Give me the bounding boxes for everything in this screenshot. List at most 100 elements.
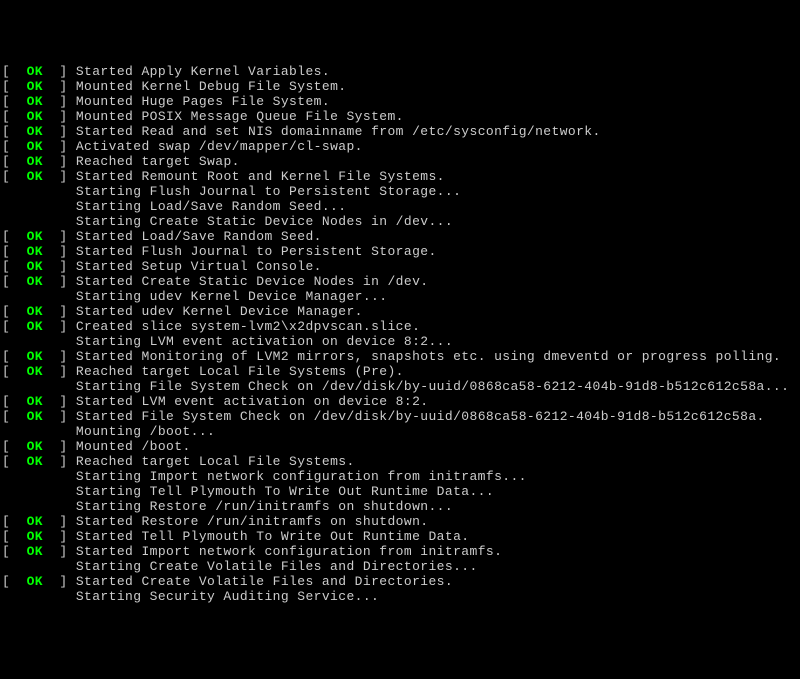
status-ok: OK bbox=[27, 454, 43, 469]
status-bracket-open: [ bbox=[2, 109, 27, 124]
status-ok: OK bbox=[27, 319, 43, 334]
boot-message: Started Create Static Device Nodes in /d… bbox=[76, 274, 429, 289]
status-bracket-open: [ bbox=[2, 154, 27, 169]
status-bracket-open: [ bbox=[2, 304, 27, 319]
status-ok: OK bbox=[27, 529, 43, 544]
status-ok: OK bbox=[27, 64, 43, 79]
status-bracket-close: ] bbox=[43, 109, 76, 124]
status-ok: OK bbox=[27, 364, 43, 379]
boot-log-line: [ OK ] Started Tell Plymouth To Write Ou… bbox=[2, 529, 798, 544]
boot-message: Reached target Swap. bbox=[76, 154, 240, 169]
status-bracket-close: ] bbox=[43, 544, 76, 559]
status-bracket-close: ] bbox=[43, 529, 76, 544]
status-bracket-close: ] bbox=[43, 139, 76, 154]
status-ok: OK bbox=[27, 409, 43, 424]
status-ok: OK bbox=[27, 79, 43, 94]
boot-log-line: Starting Flush Journal to Persistent Sto… bbox=[2, 184, 798, 199]
boot-message: Starting Tell Plymouth To Write Out Runt… bbox=[76, 484, 494, 499]
boot-message: Started Setup Virtual Console. bbox=[76, 259, 322, 274]
boot-log-line: Starting Create Static Device Nodes in /… bbox=[2, 214, 798, 229]
boot-message: Started Read and set NIS domainname from… bbox=[76, 124, 601, 139]
boot-message: Started Import network configuration fro… bbox=[76, 544, 502, 559]
status-bracket-open: [ bbox=[2, 79, 27, 94]
status-ok: OK bbox=[27, 544, 43, 559]
boot-message: Mounted /boot. bbox=[76, 439, 191, 454]
boot-log-line: Mounting /boot... bbox=[2, 424, 798, 439]
status-bracket-open: [ bbox=[2, 454, 27, 469]
boot-log-line: [ OK ] Activated swap /dev/mapper/cl-swa… bbox=[2, 139, 798, 154]
boot-log-line: Starting Security Auditing Service... bbox=[2, 589, 798, 604]
status-bracket-close: ] bbox=[43, 124, 76, 139]
boot-log-line: [ OK ] Started Monitoring of LVM2 mirror… bbox=[2, 349, 798, 364]
status-bracket-open: [ bbox=[2, 124, 27, 139]
status-bracket-close: ] bbox=[43, 574, 76, 589]
status-bracket-open: [ bbox=[2, 394, 27, 409]
status-ok: OK bbox=[27, 169, 43, 184]
status-bracket-open: [ bbox=[2, 544, 27, 559]
boot-log-line: Starting Create Volatile Files and Direc… bbox=[2, 559, 798, 574]
status-bracket-close: ] bbox=[43, 319, 76, 334]
boot-message: Starting File System Check on /dev/disk/… bbox=[76, 379, 790, 394]
boot-log-line: [ OK ] Started Flush Journal to Persiste… bbox=[2, 244, 798, 259]
status-bracket-open: [ bbox=[2, 169, 27, 184]
boot-log-line: Starting udev Kernel Device Manager... bbox=[2, 289, 798, 304]
status-bracket-close: ] bbox=[43, 169, 76, 184]
status-bracket-close: ] bbox=[43, 439, 76, 454]
status-ok: OK bbox=[27, 574, 43, 589]
status-empty bbox=[2, 424, 76, 439]
status-bracket-open: [ bbox=[2, 139, 27, 154]
status-empty bbox=[2, 334, 76, 349]
boot-log-line: [ OK ] Mounted POSIX Message Queue File … bbox=[2, 109, 798, 124]
boot-log-line: [ OK ] Started Load/Save Random Seed. bbox=[2, 229, 798, 244]
status-ok: OK bbox=[27, 244, 43, 259]
status-bracket-close: ] bbox=[43, 154, 76, 169]
boot-message: Started Create Volatile Files and Direct… bbox=[76, 574, 453, 589]
status-bracket-close: ] bbox=[43, 259, 76, 274]
status-ok: OK bbox=[27, 139, 43, 154]
status-bracket-open: [ bbox=[2, 514, 27, 529]
status-empty bbox=[2, 469, 76, 484]
boot-log-line: [ OK ] Started Create Volatile Files and… bbox=[2, 574, 798, 589]
status-empty bbox=[2, 589, 76, 604]
status-bracket-open: [ bbox=[2, 349, 27, 364]
status-ok: OK bbox=[27, 439, 43, 454]
status-empty bbox=[2, 184, 76, 199]
boot-log-line: [ OK ] Created slice system-lvm2\x2dpvsc… bbox=[2, 319, 798, 334]
status-bracket-close: ] bbox=[43, 274, 76, 289]
boot-message: Mounted Huge Pages File System. bbox=[76, 94, 330, 109]
status-bracket-open: [ bbox=[2, 529, 27, 544]
status-ok: OK bbox=[27, 394, 43, 409]
boot-log-line: [ OK ] Started Import network configurat… bbox=[2, 544, 798, 559]
boot-message: Starting Create Volatile Files and Direc… bbox=[76, 559, 478, 574]
status-ok: OK bbox=[27, 124, 43, 139]
boot-log-line: Starting Import network configuration fr… bbox=[2, 469, 798, 484]
status-bracket-open: [ bbox=[2, 94, 27, 109]
boot-message: Mounted POSIX Message Queue File System. bbox=[76, 109, 404, 124]
status-ok: OK bbox=[27, 109, 43, 124]
status-bracket-close: ] bbox=[43, 454, 76, 469]
boot-message: Reached target Local File Systems. bbox=[76, 454, 355, 469]
boot-log-line: Starting Tell Plymouth To Write Out Runt… bbox=[2, 484, 798, 499]
status-ok: OK bbox=[27, 229, 43, 244]
boot-log-line: [ OK ] Started Setup Virtual Console. bbox=[2, 259, 798, 274]
status-bracket-open: [ bbox=[2, 364, 27, 379]
boot-message: Started File System Check on /dev/disk/b… bbox=[76, 409, 765, 424]
boot-message: Mounting /boot... bbox=[76, 424, 215, 439]
boot-message: Starting Restore /run/initramfs on shutd… bbox=[76, 499, 453, 514]
boot-message: Starting LVM event activation on device … bbox=[76, 334, 453, 349]
status-bracket-open: [ bbox=[2, 409, 27, 424]
status-bracket-close: ] bbox=[43, 229, 76, 244]
boot-log-line: [ OK ] Mounted Huge Pages File System. bbox=[2, 94, 798, 109]
boot-message: Mounted Kernel Debug File System. bbox=[76, 79, 347, 94]
status-bracket-close: ] bbox=[43, 514, 76, 529]
status-empty bbox=[2, 379, 76, 394]
boot-message: Activated swap /dev/mapper/cl-swap. bbox=[76, 139, 363, 154]
status-bracket-close: ] bbox=[43, 94, 76, 109]
boot-message: Starting Import network configuration fr… bbox=[76, 469, 527, 484]
boot-message: Reached target Local File Systems (Pre). bbox=[76, 364, 404, 379]
boot-message: Starting Flush Journal to Persistent Sto… bbox=[76, 184, 461, 199]
status-bracket-open: [ bbox=[2, 319, 27, 334]
status-bracket-open: [ bbox=[2, 274, 27, 289]
boot-message: Started LVM event activation on device 8… bbox=[76, 394, 429, 409]
boot-message: Started Apply Kernel Variables. bbox=[76, 64, 330, 79]
